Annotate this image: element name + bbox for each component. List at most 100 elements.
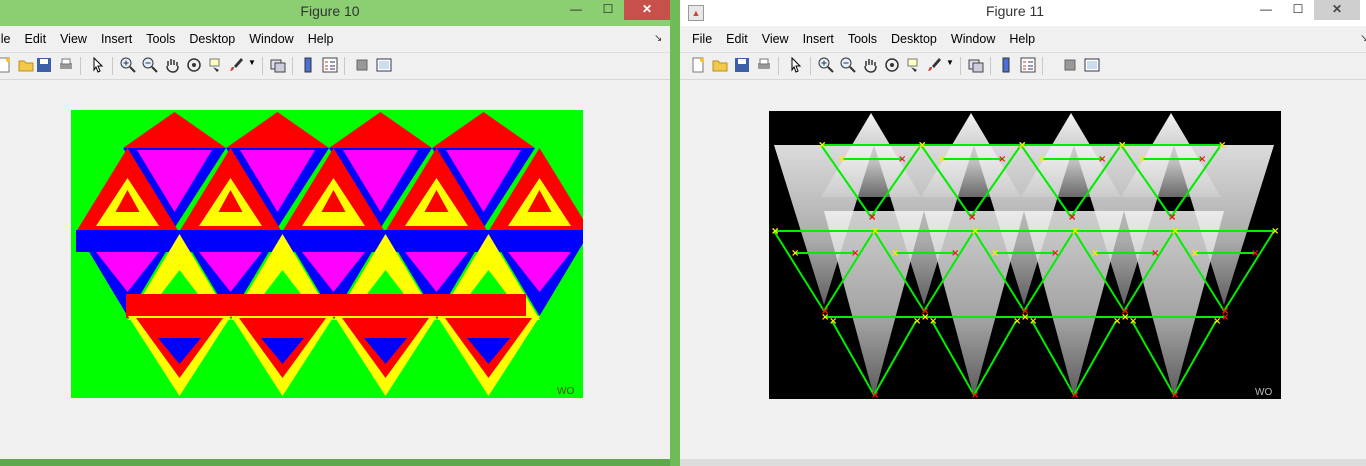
corner-marker: × [1251,248,1259,259]
corner-marker: × [829,316,837,327]
corner-marker: × [971,390,979,399]
menu-view[interactable]: View [53,28,94,50]
menu-bar: ile Edit View Insert Tools Desktop Windo… [0,28,670,50]
close-icon[interactable]: ✕ [624,0,670,20]
corner-marker: × [938,154,946,165]
corner-marker: × [1118,140,1126,151]
new-figure-icon[interactable] [0,57,12,73]
legend-icon[interactable] [322,57,338,73]
segmentation-image: WO [71,110,583,398]
pointer-icon[interactable] [788,57,804,73]
corner-marker: × [1198,154,1206,165]
corner-marker: × [868,212,876,223]
zoom-in-icon[interactable] [818,57,834,73]
corner-marker: × [968,212,976,223]
menu-desktop[interactable]: Desktop [884,28,944,50]
zoom-out-icon[interactable] [840,57,856,73]
corner-marker: × [1071,226,1079,237]
corner-marker: × [871,226,879,237]
menu-help[interactable]: Help [1002,28,1042,50]
maximize-icon[interactable]: ☐ [592,0,624,20]
dock-arrow-icon[interactable]: ↘ [654,33,662,44]
menu-file[interactable]: ile [0,28,18,50]
zoom-in-icon[interactable] [120,57,136,73]
data-cursor-icon[interactable] [208,57,224,73]
corner-marker: × [838,154,846,165]
title-bar[interactable]: ▲ Figure 11 — ☐ ✕ [680,0,1366,26]
corner-marker: × [1271,226,1279,237]
menu-file[interactable]: File [680,28,719,50]
data-cursor-icon[interactable] [906,57,922,73]
pan-icon[interactable] [164,57,180,73]
menu-view[interactable]: View [755,28,796,50]
corner-marker: × [1213,316,1221,327]
minimize-icon[interactable]: — [1250,0,1282,20]
band-region [126,294,526,318]
title-bar[interactable]: Figure 10 — ☐ ✕ [0,0,670,26]
open-file-icon[interactable] [712,57,728,73]
menu-desktop[interactable]: Desktop [182,28,242,50]
new-figure-icon[interactable] [690,57,706,73]
figure-toolbar: ▼ [0,52,670,80]
corner-marker: × [1071,390,1079,399]
corner-marker: × [929,316,937,327]
print-icon[interactable] [756,57,772,73]
show-plot-tools-icon[interactable] [376,57,392,73]
save-icon[interactable] [734,57,750,73]
maximize-icon[interactable]: ☐ [1282,0,1314,20]
pan-icon[interactable] [862,57,878,73]
menu-tools[interactable]: Tools [841,28,884,50]
corner-marker: × [818,140,826,151]
menu-edit[interactable]: Edit [18,28,54,50]
menu-insert[interactable]: Insert [796,28,841,50]
window-bottom-border [0,459,670,466]
open-file-icon[interactable] [18,57,34,73]
dropdown-arrow-icon[interactable]: ▼ [946,58,954,67]
corner-marker: × [851,248,859,259]
dock-arrow-icon[interactable]: ↘ [1360,33,1366,44]
menu-bar: File Edit View Insert Tools Desktop Wind… [680,28,1366,50]
save-icon[interactable] [36,57,52,73]
window-bottom-border [680,459,1366,466]
hide-plot-tools-icon[interactable] [354,57,370,73]
menu-edit[interactable]: Edit [719,28,755,50]
corner-marker: × [918,140,926,151]
corner-marker: × [1168,212,1176,223]
menu-tools[interactable]: Tools [139,28,182,50]
corner-marker: × [971,226,979,237]
watermark-logo: WO [557,386,574,397]
corner-marker: × [991,248,999,259]
link-plot-icon[interactable] [968,57,984,73]
link-plot-icon[interactable] [270,57,286,73]
menu-window[interactable]: Window [242,28,300,50]
zoom-out-icon[interactable] [142,57,158,73]
corner-marker: × [771,226,779,237]
desktop-gap [670,0,680,466]
figure-10-window: Figure 10 — ☐ ✕ ile Edit View Insert Too… [0,0,670,466]
hide-plot-tools-icon[interactable] [1062,57,1078,73]
pointer-icon[interactable] [90,57,106,73]
menu-help[interactable]: Help [301,28,341,50]
legend-icon[interactable] [1020,57,1036,73]
corner-marker: × [1029,316,1037,327]
corner-marker: × [1098,154,1106,165]
rotate-3d-icon[interactable] [884,57,900,73]
colorbar-icon[interactable] [300,57,316,73]
corner-marker: × [1129,316,1137,327]
brush-icon[interactable] [228,57,244,73]
corner-marker: × [1051,248,1059,259]
minimize-icon[interactable]: — [560,0,592,20]
dropdown-arrow-icon[interactable]: ▼ [248,58,256,67]
corner-marker: × [1171,390,1179,399]
close-icon[interactable]: ✕ [1314,0,1360,20]
print-icon[interactable] [58,57,74,73]
corner-marker: × [1218,140,1226,151]
colorbar-icon[interactable] [998,57,1014,73]
show-plot-tools-icon[interactable] [1084,57,1100,73]
corner-marker: × [1171,226,1179,237]
menu-insert[interactable]: Insert [94,28,139,50]
menu-window[interactable]: Window [944,28,1002,50]
corner-marker: × [898,154,906,165]
brush-icon[interactable] [926,57,942,73]
rotate-3d-icon[interactable] [186,57,202,73]
